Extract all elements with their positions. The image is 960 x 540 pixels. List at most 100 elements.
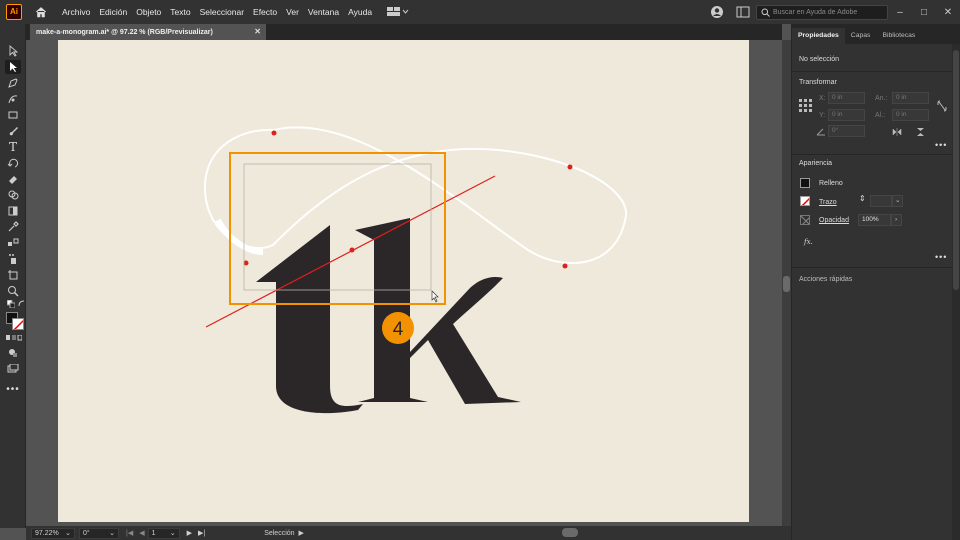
close-window-button[interactable]: ✕ xyxy=(936,7,960,18)
draw-mode-icon[interactable] xyxy=(5,346,21,360)
stroke-label[interactable]: Trazo xyxy=(819,199,837,206)
minimize-button[interactable]: – xyxy=(888,7,912,18)
rotate-tool-icon[interactable] xyxy=(5,156,21,170)
artboard[interactable]: 4 xyxy=(58,40,749,522)
artboard-tool-icon[interactable] xyxy=(5,268,21,282)
rotation-field[interactable]: 0° ⌄ xyxy=(79,527,119,539)
width-field[interactable]: 0 in xyxy=(892,92,929,104)
stroke-weight-field[interactable] xyxy=(870,195,892,207)
tab-capas[interactable]: Capas xyxy=(845,28,877,44)
screen-mode-icon[interactable] xyxy=(5,362,21,376)
appearance-title: Apariencia xyxy=(799,160,833,167)
stroke-weight-dropdown[interactable]: ⌄ xyxy=(892,195,903,207)
tab-propiedades[interactable]: Propiedades xyxy=(792,28,845,44)
tools-panel: T ••• xyxy=(0,24,26,528)
stroke-swatch[interactable] xyxy=(800,196,810,206)
maximize-button[interactable]: □ xyxy=(912,7,936,18)
type-tool-icon[interactable]: T xyxy=(5,140,21,154)
anchor-point xyxy=(567,164,573,170)
menu-seleccionar[interactable]: Seleccionar xyxy=(200,7,244,17)
angle-field[interactable]: 0° xyxy=(828,125,865,137)
anchor-point xyxy=(349,247,355,253)
tab-bibliotecas[interactable]: Bibliotecas xyxy=(876,28,921,44)
artwork-canvas: 4 xyxy=(203,126,628,414)
properties-panel: Propiedades Capas Bibliotecas No selecci… xyxy=(791,24,960,540)
selection-tool-icon[interactable] xyxy=(5,44,21,58)
menu-bar: Ai Archivo Edición Objeto Texto Seleccio… xyxy=(0,0,960,24)
scroll-thumb[interactable] xyxy=(783,276,790,292)
reference-point-icon[interactable] xyxy=(799,99,812,112)
panel-scrollbar[interactable] xyxy=(952,44,960,540)
horizontal-scroll-thumb[interactable] xyxy=(562,528,578,537)
pen-tool-icon[interactable] xyxy=(5,76,21,90)
zoom-field[interactable]: 97.22% ⌄ xyxy=(31,527,75,539)
menu-ventana[interactable]: Ventana xyxy=(308,7,339,17)
more-appearance-options-icon[interactable]: ••• xyxy=(935,252,947,262)
menu-objeto[interactable]: Objeto xyxy=(136,7,161,17)
help-search-input[interactable]: Buscar en Ayuda de Adobe xyxy=(756,4,888,20)
fill-swatch[interactable] xyxy=(800,178,810,188)
close-tab-icon[interactable]: ✕ xyxy=(254,27,261,36)
gradient-tool-icon[interactable] xyxy=(5,204,21,218)
direct-selection-tool-icon[interactable] xyxy=(5,60,21,74)
rectangle-tool-icon[interactable] xyxy=(5,108,21,122)
transform-title: Transformar xyxy=(799,79,837,86)
document-tab-bar: make-a-monogram.ai* @ 97.22 % (RGB/Previ… xyxy=(26,24,782,40)
menu-ver[interactable]: Ver xyxy=(286,7,299,17)
quick-actions-title: Acciones rápidas xyxy=(799,276,853,283)
height-label: Al.: xyxy=(875,112,886,119)
default-colors-icon[interactable] xyxy=(6,299,16,310)
eraser-tool-icon[interactable] xyxy=(5,172,21,186)
curvature-tool-icon[interactable] xyxy=(5,92,21,106)
last-artboard-icon[interactable]: ▶| xyxy=(198,529,205,537)
artboard-number-field[interactable]: 1 ⌄ xyxy=(147,527,180,539)
workspace-switcher[interactable] xyxy=(387,7,409,17)
flip-vertical-icon[interactable] xyxy=(916,127,925,137)
symbol-sprayer-tool-icon[interactable] xyxy=(5,252,21,266)
more-transform-options-icon[interactable]: ••• xyxy=(935,140,947,150)
zoom-tool-icon[interactable] xyxy=(5,284,21,298)
document-tab[interactable]: make-a-monogram.ai* @ 97.22 % (RGB/Previ… xyxy=(30,24,266,40)
opacity-arrow-button[interactable]: › xyxy=(891,214,902,226)
menu-archivo[interactable]: Archivo xyxy=(62,7,90,17)
y-field[interactable]: 0 in xyxy=(828,109,865,121)
menu-texto[interactable]: Texto xyxy=(170,7,190,17)
stroke-color-swatch[interactable] xyxy=(12,318,24,330)
panel-scroll-thumb[interactable] xyxy=(953,50,959,290)
menu-ayuda[interactable]: Ayuda xyxy=(348,7,372,17)
infinity-loop-path xyxy=(203,126,628,265)
search-icon xyxy=(761,8,770,17)
fx-icon[interactable]: fx. xyxy=(804,238,813,246)
paintbrush-tool-icon[interactable] xyxy=(5,124,21,138)
home-icon[interactable] xyxy=(34,5,48,19)
flip-horizontal-icon[interactable] xyxy=(892,128,902,136)
swap-colors-icon[interactable] xyxy=(18,300,25,309)
rotation-value: 0° xyxy=(83,529,90,537)
opacity-field[interactable]: 100% xyxy=(858,214,891,226)
color-mode-icons[interactable] xyxy=(6,334,23,343)
document-tab-title: make-a-monogram.ai* @ 97.22 % (RGB/Previ… xyxy=(36,28,213,36)
selection-status: No selección xyxy=(799,56,840,63)
shape-builder-tool-icon[interactable] xyxy=(5,188,21,202)
user-account-icon[interactable] xyxy=(710,5,724,19)
menu-efecto[interactable]: Efecto xyxy=(253,7,277,17)
opacity-label[interactable]: Opacidad xyxy=(819,217,849,224)
blend-tool-icon[interactable] xyxy=(5,236,21,250)
panel-layout-icon[interactable] xyxy=(736,6,750,18)
height-field[interactable]: 0 in xyxy=(892,109,929,121)
menu-edicion[interactable]: Edición xyxy=(99,7,127,17)
y-label: Y: xyxy=(819,112,826,119)
first-artboard-icon[interactable]: |◀ xyxy=(126,529,133,537)
edit-toolbar-icon[interactable]: ••• xyxy=(5,382,21,396)
prev-artboard-icon[interactable]: ◀ xyxy=(139,529,144,537)
x-field[interactable]: 0 in xyxy=(828,92,865,104)
workspace-grid-icon xyxy=(387,7,409,16)
canvas-vertical-scrollbar[interactable] xyxy=(782,40,791,528)
stroke-weight-stepper-icon[interactable]: ⇕ xyxy=(859,194,866,203)
main-menu: Archivo Edición Objeto Texto Seleccionar… xyxy=(62,7,381,17)
next-artboard-icon[interactable]: ▶ xyxy=(187,529,192,537)
status-menu-icon[interactable]: ▶ xyxy=(299,529,304,537)
constrain-proportions-icon[interactable] xyxy=(937,100,947,112)
eyedropper-tool-icon[interactable] xyxy=(5,220,21,234)
step-badge: 4 xyxy=(393,319,404,340)
